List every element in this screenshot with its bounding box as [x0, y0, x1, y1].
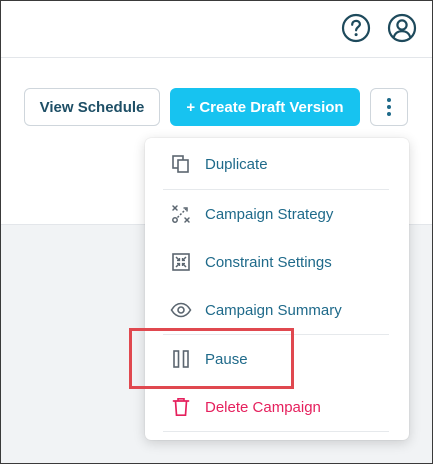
- eye-icon: [170, 299, 192, 321]
- duplicate-icon: [170, 153, 192, 175]
- more-options-button[interactable]: [370, 88, 408, 126]
- help-button[interactable]: [340, 12, 372, 44]
- trash-icon: [170, 396, 192, 418]
- create-draft-version-button[interactable]: + Create Draft Version: [170, 88, 360, 126]
- account-circle-icon: [387, 13, 417, 43]
- menu-item-constraint-settings[interactable]: Constraint Settings: [145, 238, 409, 286]
- menu-item-label: Duplicate: [205, 155, 268, 173]
- menu-item-label: Pause: [205, 350, 248, 368]
- menu-item-campaign-strategy[interactable]: Campaign Strategy: [145, 190, 409, 238]
- pause-icon: [170, 348, 192, 370]
- menu-item-label: Delete Campaign: [205, 398, 321, 416]
- menu-divider: [163, 431, 389, 432]
- menu-item-duplicate[interactable]: Duplicate: [145, 140, 409, 188]
- menu-item-pause[interactable]: Pause: [145, 335, 409, 383]
- constraint-icon: [170, 251, 192, 273]
- strategy-icon: [170, 203, 192, 225]
- menu-item-delete-campaign[interactable]: Delete Campaign: [145, 383, 409, 431]
- account-button[interactable]: [386, 12, 418, 44]
- top-bar: [0, 0, 433, 58]
- campaign-actions-menu: Duplicate Campaign Strategy Constraint S…: [145, 138, 409, 440]
- menu-item-label: Campaign Strategy: [205, 205, 334, 223]
- menu-item-label: Constraint Settings: [205, 253, 332, 271]
- help-circle-icon: [341, 13, 371, 43]
- menu-item-label: Campaign Summary: [205, 301, 342, 319]
- view-schedule-button[interactable]: View Schedule: [24, 88, 160, 126]
- menu-item-campaign-summary[interactable]: Campaign Summary: [145, 286, 409, 334]
- more-vertical-icon: [387, 98, 391, 116]
